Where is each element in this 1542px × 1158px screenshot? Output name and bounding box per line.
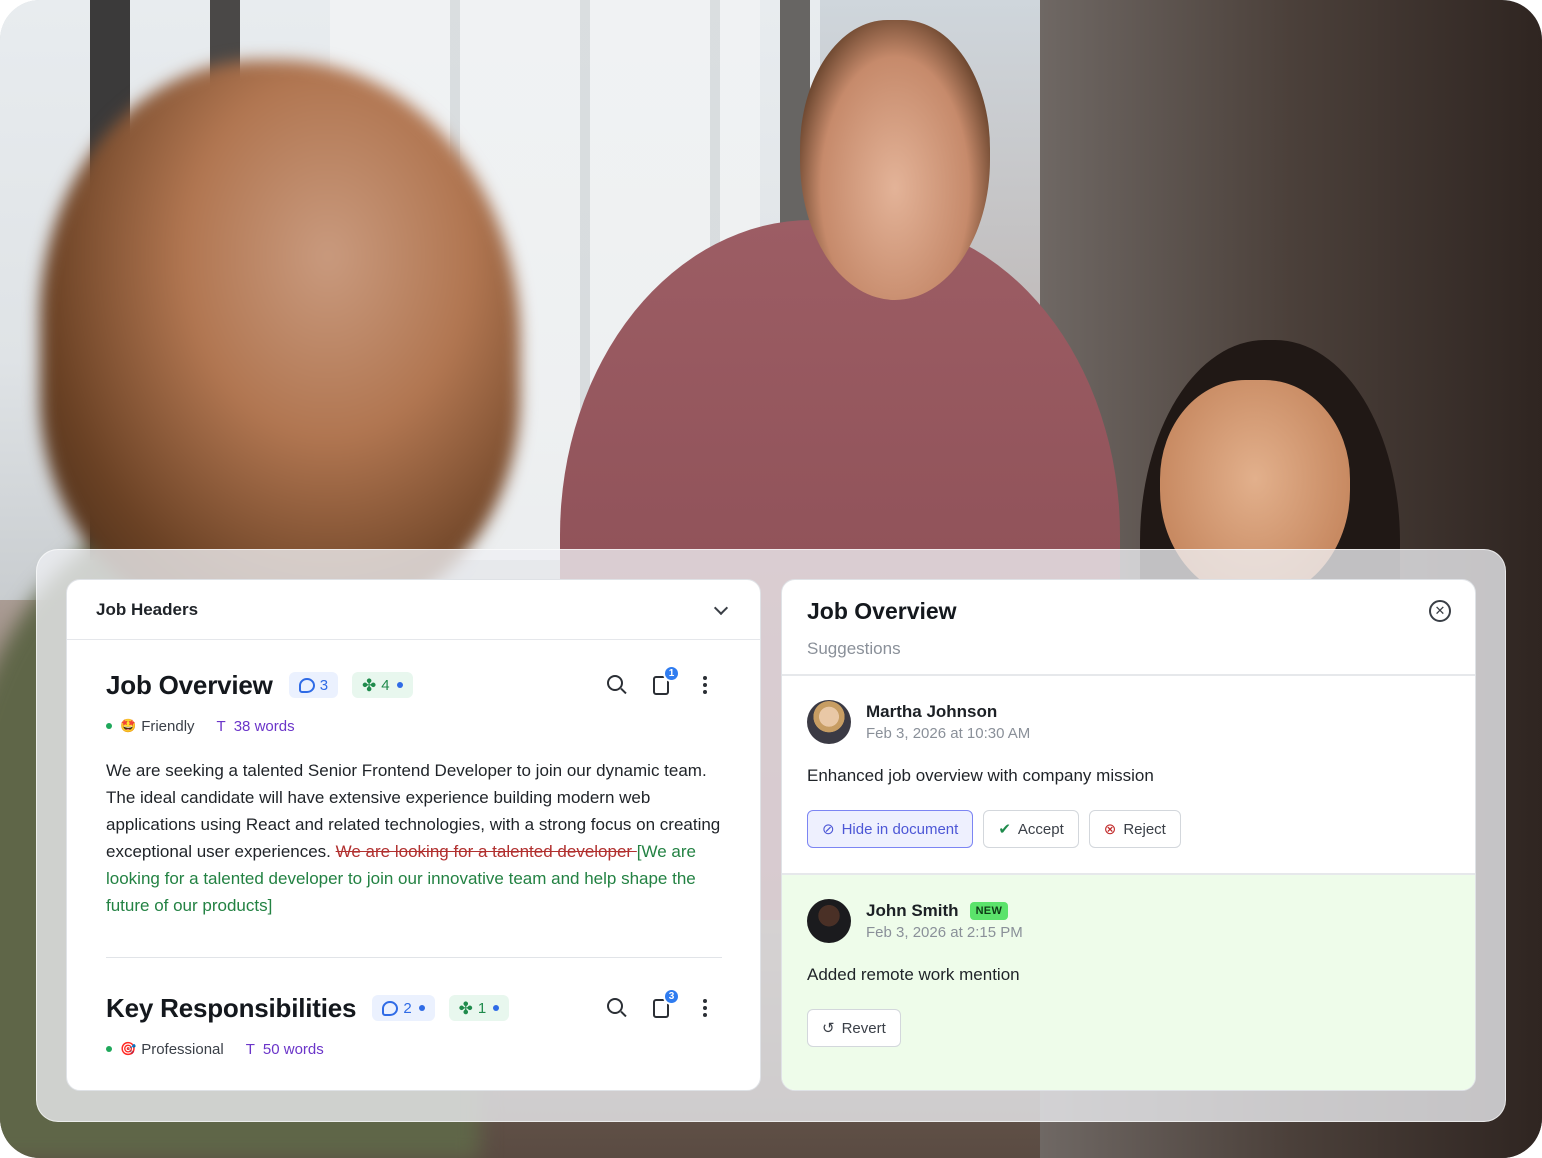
clipboard-button[interactable]: 3 — [650, 988, 680, 1020]
accept-button[interactable]: ✔ Accept — [983, 810, 1079, 848]
chevron-down-icon[interactable] — [714, 603, 728, 617]
comments-count: 3 — [319, 676, 329, 694]
background-photo: Job Headers Job Overview 3 ✤ 4 1 🤩 Frien… — [0, 0, 1542, 1158]
word-count-label: 38 words — [233, 717, 295, 735]
hide-in-document-button[interactable]: ⊘ Hide in document — [807, 810, 974, 848]
reject-label: Reject — [1123, 820, 1166, 838]
search-icon — [607, 675, 623, 691]
reject-button[interactable]: ⊗ Reject — [1088, 810, 1181, 848]
clipboard-badge: 1 — [663, 665, 680, 682]
author-name-text: John Smith — [866, 901, 959, 920]
clipboard-badge: 3 — [663, 988, 680, 1005]
text-type-icon: T — [245, 1040, 255, 1058]
suggestion-text: Enhanced job overview with company missi… — [807, 766, 1154, 785]
comments-count: 2 — [403, 999, 412, 1017]
avatar — [807, 899, 851, 943]
status-dot — [106, 723, 112, 729]
word-count: T 38 words — [217, 718, 295, 735]
person-left-head — [40, 60, 520, 620]
unread-dot — [493, 1005, 500, 1011]
word-count-label: 50 words — [262, 1040, 324, 1058]
author-name: John Smith NEW — [866, 901, 1023, 921]
status-dot — [106, 1046, 112, 1052]
section-key-responsibilities: Key Responsibilities 2 ✤ 1 3 🎯 Professio… — [106, 988, 722, 1059]
new-badge: NEW — [969, 902, 1009, 920]
section-job-overview: Job Overview 3 ✤ 4 1 🤩 Friendly T 38 wor… — [106, 665, 722, 919]
suggestions-card: Job Overview Suggestions ✕ Martha Johnso… — [781, 579, 1476, 1091]
suggestion-item: Martha Johnson Feb 3, 2026 at 10:30 AM E… — [782, 678, 1475, 873]
revert-button[interactable]: ↺ Revert — [807, 1009, 901, 1047]
more-options-button[interactable] — [694, 996, 716, 1020]
tone-emoji-icon: 🤩 — [120, 718, 137, 733]
job-headers-header[interactable]: Job Headers — [67, 580, 760, 640]
close-icon[interactable]: ✕ — [1429, 600, 1451, 622]
hide-label: Hide in document — [841, 820, 959, 838]
section-meta: 🎯 Professional T 50 words — [106, 1039, 722, 1059]
search-button[interactable] — [606, 673, 628, 697]
avatar — [807, 700, 851, 744]
sparkle-icon: ✤ — [362, 675, 377, 695]
tone-label: Friendly — [141, 717, 195, 735]
suggestions-count-pill[interactable]: ✤ 4 — [352, 672, 413, 698]
suggestions-count-pill[interactable]: ✤ 1 — [448, 995, 510, 1021]
author-name: Martha Johnson — [866, 702, 1030, 722]
deleted-text: We are looking for a talented developer — [335, 842, 637, 861]
suggestions-count: 1 — [477, 999, 487, 1017]
job-headers-card: Job Headers Job Overview 3 ✤ 4 1 🤩 Frien… — [66, 579, 761, 1091]
sparkle-icon: ✤ — [458, 998, 473, 1018]
x-circle-icon: ⊗ — [1103, 821, 1117, 838]
clipboard-button[interactable]: 1 — [650, 665, 680, 697]
author-name-text: Martha Johnson — [866, 702, 998, 721]
unread-dot — [418, 1005, 425, 1011]
accept-label: Accept — [1017, 820, 1064, 838]
comments-count-pill[interactable]: 3 — [288, 672, 339, 698]
tone-emoji-icon: 🎯 — [120, 1041, 137, 1056]
job-headers-title: Job Headers — [96, 599, 199, 619]
search-button[interactable] — [606, 996, 628, 1020]
timestamp: Feb 3, 2026 at 2:15 PM — [866, 924, 1023, 941]
search-icon — [607, 998, 623, 1014]
check-circle-icon: ✔ — [998, 821, 1011, 838]
revert-label: Revert — [841, 1019, 886, 1037]
panel-title: Job Overview — [807, 598, 957, 624]
word-count: T 50 words — [246, 1041, 324, 1058]
eye-off-icon: ⊘ — [822, 821, 835, 838]
undo-icon: ↺ — [822, 1020, 835, 1037]
person-center-head — [800, 20, 990, 300]
section-meta: 🤩 Friendly T 38 words — [106, 716, 722, 736]
suggestion-item-new: John Smith NEW Feb 3, 2026 at 2:15 PM Ad… — [782, 873, 1475, 1090]
suggestions-header: Job Overview Suggestions ✕ — [782, 580, 1475, 676]
comment-icon — [382, 1000, 399, 1016]
section-divider — [106, 957, 722, 958]
tone-label: Professional — [141, 1040, 224, 1058]
suggestions-count: 4 — [381, 676, 390, 694]
section-title[interactable]: Key Responsibilities — [106, 993, 357, 1024]
section-title[interactable]: Job Overview — [106, 670, 273, 701]
more-options-button[interactable] — [694, 673, 716, 697]
panel-subtitle: Suggestions — [807, 639, 901, 658]
suggestion-text: Added remote work mention — [807, 965, 1020, 984]
timestamp: Feb 3, 2026 at 10:30 AM — [866, 725, 1031, 742]
unread-dot — [396, 682, 403, 688]
section-body[interactable]: We are seeking a talented Senior Fronten… — [106, 757, 722, 919]
comments-count-pill[interactable]: 2 — [372, 995, 435, 1021]
comment-icon — [298, 677, 315, 693]
text-type-icon: T — [216, 717, 226, 735]
